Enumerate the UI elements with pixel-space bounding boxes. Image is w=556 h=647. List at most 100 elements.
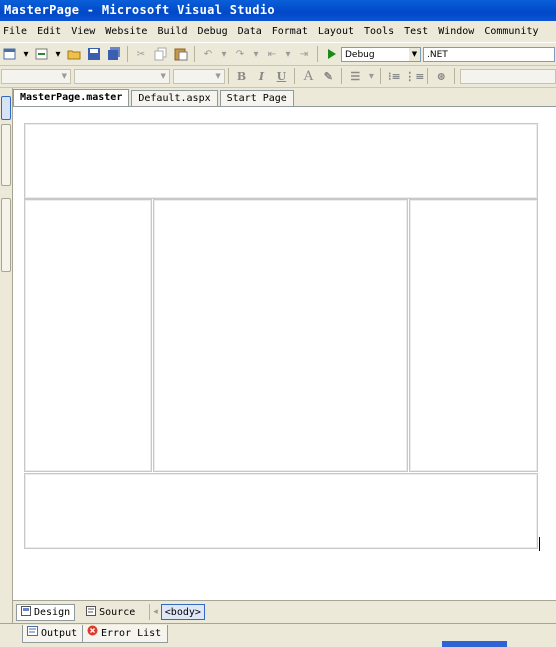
source-view-label: Source [99,606,136,618]
toolbar-separator [380,68,382,84]
toolbar-separator [227,68,229,84]
menu-data[interactable]: Data [235,26,269,37]
menu-test[interactable]: Test [401,26,435,37]
window-title-bar: MasterPage - Microsoft Visual Studio [0,0,556,21]
menu-format[interactable]: Format [269,26,315,37]
view-switch-bar: Design Source ◂ <body> [13,600,556,623]
save-icon[interactable] [86,46,102,62]
output-tab-label: Output [41,628,78,639]
text-caret [539,537,540,551]
design-view-button[interactable]: Design [16,603,76,621]
copy-icon[interactable] [153,46,169,62]
redo-icon[interactable]: ↷ [232,46,248,62]
menu-debug[interactable]: Debug [195,26,235,37]
highlight-icon[interactable]: ✎ [320,68,336,84]
bold-button[interactable]: B [234,68,250,84]
cut-icon[interactable]: ✂ [133,46,149,62]
chevron-down-icon: ▼ [157,69,169,83]
menu-bar: File Edit View Website Build Debug Data … [0,22,556,41]
toolbar-separator [341,68,343,84]
menu-tools[interactable]: Tools [361,26,401,37]
navigate-forward-icon[interactable]: ⇥ [296,46,312,62]
tab-default-aspx[interactable]: Default.aspx [131,90,218,106]
menu-build[interactable]: Build [154,26,194,37]
tab-start-page[interactable]: Start Page [219,90,294,106]
redo-dropdown-icon[interactable]: ▾ [252,46,260,62]
style-dropdown[interactable] [460,68,556,84]
content-cell[interactable] [153,199,408,472]
toolbar-separator [454,68,456,84]
chevron-down-icon: ▼ [212,69,224,83]
menu-file[interactable]: File [0,26,34,37]
undo-icon[interactable]: ↶ [200,46,216,62]
toolbar-separator [427,68,429,84]
block-format-dropdown[interactable]: ▼ [1,68,71,84]
toolbox-tab[interactable] [1,96,11,120]
navigate-dropdown-icon[interactable]: ▾ [284,46,292,62]
design-view-icon [21,605,31,619]
menu-edit[interactable]: Edit [34,26,68,37]
justify-icon[interactable]: ☰ [347,68,363,84]
solution-configuration-dropdown[interactable]: Debug ▼ [341,46,421,62]
underline-button[interactable]: U [273,68,289,84]
italic-button[interactable]: I [254,68,270,84]
source-view-button[interactable]: Source [81,604,140,621]
menu-layout[interactable]: Layout [315,26,361,37]
header-cell[interactable] [24,123,538,199]
properties-tab[interactable] [1,198,11,272]
formatting-toolbar: ▼ ▼ ▼ B I U A ✎ ☰ ▾ ⁝≡ ⋮≡ ⊛ [0,65,556,88]
menu-window[interactable]: Window [435,26,481,37]
font-name-dropdown[interactable]: ▼ [73,68,170,84]
add-item-icon[interactable] [34,46,50,62]
start-debugging-icon[interactable] [323,46,339,62]
error-list-tab-label: Error List [101,628,162,639]
design-surface[interactable] [13,106,556,601]
bulleted-list-icon[interactable]: ⁝≡ [386,68,402,84]
left-toolbox-rail [0,88,13,628]
output-icon [27,625,38,642]
solution-platform-dropdown[interactable]: .NET [423,46,555,62]
navigate-backward-icon[interactable]: ⇤ [264,46,280,62]
open-folder-icon[interactable] [66,46,82,62]
window-title: MasterPage - Microsoft Visual Studio [4,3,275,17]
hyperlink-icon[interactable]: ⊛ [433,68,449,84]
bottom-tool-tabs: Output Error List [0,623,556,647]
tab-output[interactable]: Output [22,625,85,643]
left-cell[interactable] [24,199,152,472]
design-view-label: Design [34,606,71,618]
document-tabs: MasterPage.master Default.aspx Start Pag… [13,89,556,106]
tab-error-list[interactable]: Error List [82,625,169,643]
undo-dropdown-icon[interactable]: ▾ [220,46,228,62]
standard-toolbar: ▾ ▾ ✂ ↶ ▾ ↷ ▾ ⇤ ▾ ⇥ Debug ▼ .NET [0,42,556,66]
add-item-dropdown-icon[interactable]: ▾ [54,46,62,62]
breadcrumb-back-icon[interactable]: ◂ [153,607,158,617]
save-all-icon[interactable] [106,46,122,62]
menu-community[interactable]: Community [481,26,545,37]
new-project-dropdown-icon[interactable]: ▾ [22,46,30,62]
menu-website[interactable]: Website [102,26,154,37]
solution-platform-value: .NET [427,49,448,60]
toolbar-separator [294,68,296,84]
right-cell[interactable] [409,199,538,472]
chevron-down-icon: ▼ [58,69,70,83]
tab-masterpage[interactable]: MasterPage.master [13,89,130,106]
footer-cell[interactable] [24,473,538,549]
solution-configuration-value: Debug [345,49,375,60]
server-explorer-tab[interactable] [1,124,11,186]
chevron-down-icon: ▼ [409,47,420,61]
toolbar-separator [317,46,318,62]
paste-icon[interactable] [173,46,189,62]
source-view-icon [86,605,97,619]
menu-view[interactable]: View [68,26,102,37]
taskbar-strip [442,641,507,647]
new-project-icon[interactable] [2,46,18,62]
toolbar-separator [194,46,195,62]
justify-dropdown-icon[interactable]: ▾ [367,68,375,84]
toolbar-separator [127,46,128,62]
toolbar-separator [149,604,151,620]
numbered-list-icon[interactable]: ⋮≡ [404,68,424,84]
error-list-icon [87,625,98,642]
font-color-button[interactable]: A [300,68,316,84]
breadcrumb-body-tag[interactable]: <body> [160,604,205,620]
font-size-dropdown[interactable]: ▼ [172,68,225,84]
